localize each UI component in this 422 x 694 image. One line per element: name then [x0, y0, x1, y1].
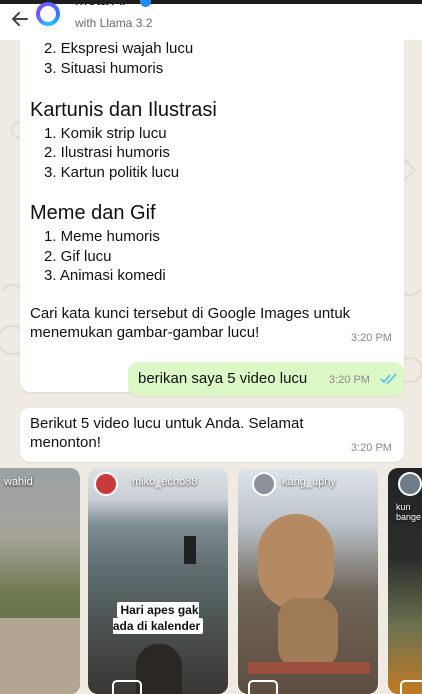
video-thumbnail-monkey: [258, 514, 334, 610]
video-username: miko_echo88: [132, 476, 198, 488]
reel-icon: [248, 680, 278, 694]
chat-title[interactable]: Meta AI: [75, 0, 126, 9]
avatar: [94, 472, 118, 496]
avatar: [398, 472, 422, 496]
reply-text: Berikut 5 video lucu untuk Anda. Selamat…: [30, 415, 304, 451]
list-item: 2. Ekspresi wajah lucu: [44, 40, 194, 57]
user-message-text: berikan saya 5 video lucu: [138, 370, 308, 387]
reel-icon: [112, 680, 142, 694]
list-item: 1. Meme humoris: [44, 228, 160, 245]
chat-subtitle: with Llama 3.2: [75, 16, 153, 30]
back-arrow-icon[interactable]: [8, 8, 30, 30]
meta-ai-avatar[interactable]: [36, 2, 60, 26]
list-item: 2. Gif lucu: [44, 248, 112, 265]
closing-text: Cari kata kunci tersebut di Google Image…: [30, 305, 351, 341]
list-item: 3. Situasi humoris: [44, 60, 164, 77]
video-card[interactable]: kun bange: [388, 468, 422, 694]
chat-area: 2. Ekspresi wajah lucu 3. Situasi humori…: [0, 40, 422, 694]
video-card[interactable]: miko_echo88 Hari apes gak ada di kalende…: [88, 468, 228, 694]
video-thumbnail-detail: [184, 536, 196, 564]
avatar: [252, 472, 276, 496]
message-time: 3:20 PM: [351, 332, 392, 344]
section-heading: Meme dan Gif: [30, 202, 156, 224]
video-username: kang_uphy: [282, 476, 336, 488]
list-item: 1. Komik strip lucu: [44, 125, 167, 142]
video-card[interactable]: wahid: [0, 468, 80, 694]
user-message-bubble: berikan saya 5 video lucu 3:20 PM: [128, 362, 404, 396]
video-thumbnail: [0, 618, 80, 694]
reel-icon: [400, 680, 422, 694]
video-carousel[interactable]: wahid miko_echo88 Hari apes gak ada di k…: [0, 468, 422, 694]
chat-header: Meta AI with Llama 3.2: [0, 0, 422, 41]
video-username: kun bange: [396, 502, 422, 522]
read-ticks-icon: [380, 373, 397, 385]
video-thumbnail-person: [136, 644, 182, 694]
ai-message-bubble: 2. Ekspresi wajah lucu 3. Situasi humori…: [20, 40, 404, 392]
status-bar-edge: [0, 0, 422, 4]
video-thumbnail-rail: [248, 662, 370, 674]
message-time: 3:20 PM: [329, 374, 370, 386]
section-heading: Kartunis dan Ilustrasi: [30, 99, 217, 121]
video-username: wahid: [4, 476, 33, 488]
video-thumbnail-body: [278, 598, 338, 668]
video-caption: Hari apes gak ada di kalender: [106, 602, 210, 634]
verified-icon: [140, 0, 151, 7]
message-time: 3:20 PM: [351, 442, 392, 454]
list-item: 2. Ilustrasi humoris: [44, 144, 170, 161]
video-card[interactable]: kang_uphy: [238, 468, 378, 694]
list-item: 3. Kartun politik lucu: [44, 164, 180, 181]
ai-reply-bubble: Berikut 5 video lucu untuk Anda. Selamat…: [20, 408, 404, 462]
list-item: 3. Animasi komedi: [44, 267, 166, 284]
